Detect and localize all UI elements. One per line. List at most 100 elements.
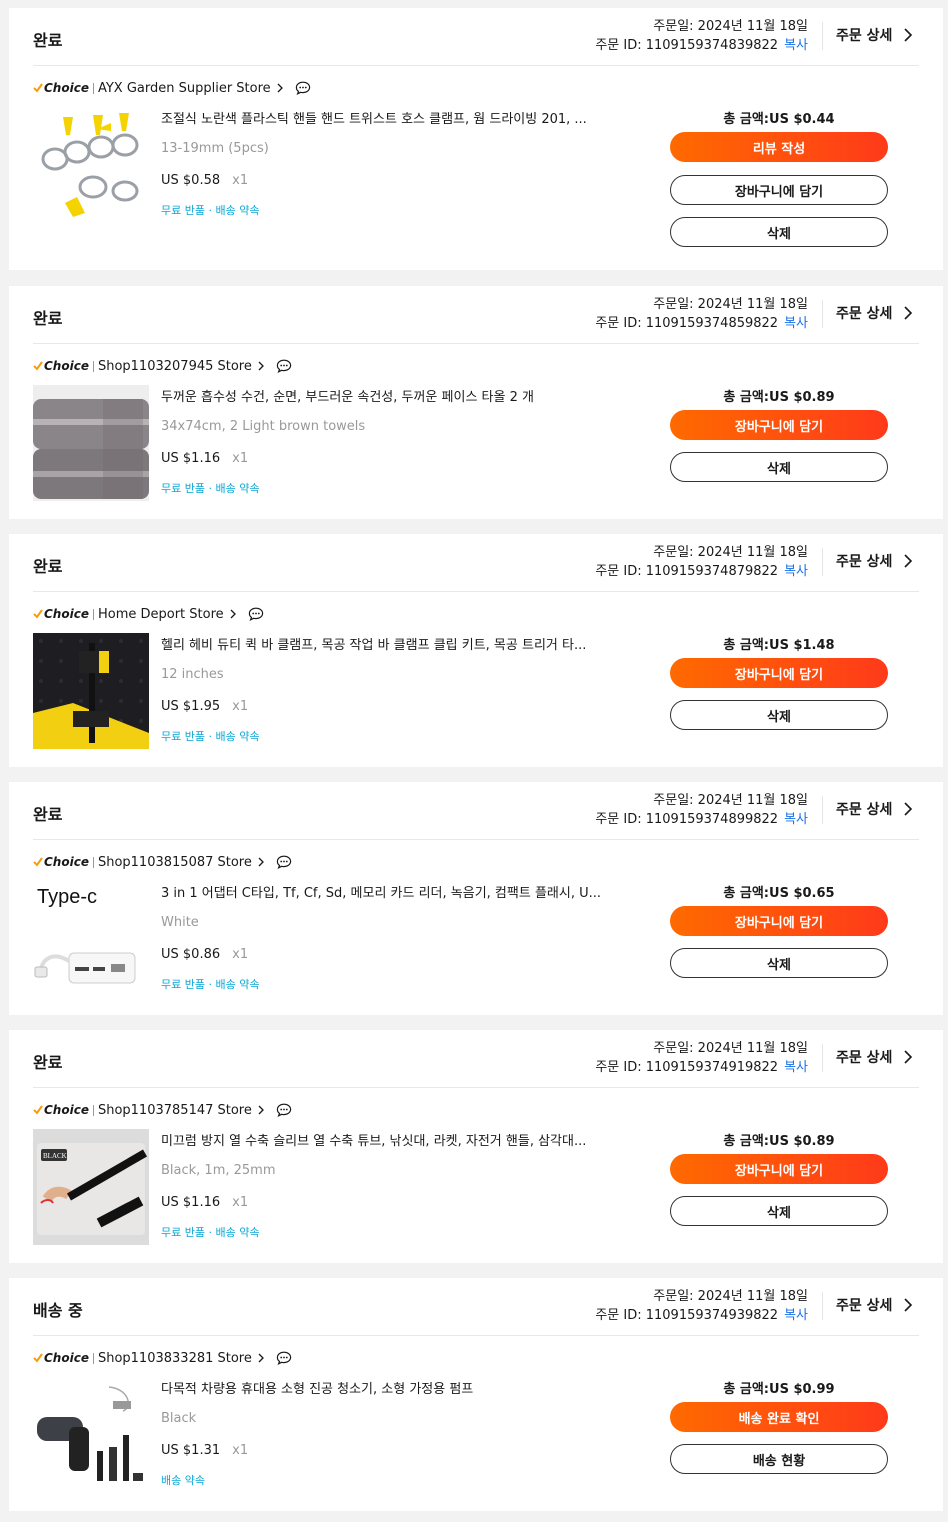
product-name[interactable]: 두꺼운 흡수성 수건, 순면, 부드러운 속건성, 두꺼운 페이스 타올 2 개 (161, 386, 631, 405)
store-name-link[interactable]: AYX Garden Supplier Store (98, 81, 271, 96)
order-id-line: 주문 ID: 1109159374919822 복사 (595, 1058, 808, 1077)
product-name[interactable]: 헬리 헤비 듀티 퀵 바 클램프, 목공 작업 바 클램프 클립 키트, 목공 … (161, 634, 631, 653)
delete-button[interactable]: 삭제 (670, 217, 888, 247)
chevron-right-icon (258, 1105, 264, 1115)
order-total: 총 금액:US $0.89 (723, 390, 835, 405)
choice-badge: Choice (33, 359, 89, 373)
copy-order-id-link[interactable]: 복사 (784, 38, 808, 53)
confirm-delivery-button[interactable]: 배송 완료 확인 (670, 1402, 888, 1432)
choice-badge: Choice (33, 1351, 89, 1365)
product-qty: x1 (232, 947, 249, 962)
add-to-cart-button[interactable]: 장바구니에 담기 (670, 906, 888, 936)
delivery-promise: 무료 반품 · 배송 약속 (161, 978, 260, 991)
order-detail-link[interactable]: 주문 상세 (836, 799, 914, 819)
delivery-promise: 배송 약속 (161, 1474, 205, 1487)
product-price: US $1.16 (161, 451, 221, 466)
chevron-right-icon (904, 1050, 913, 1064)
store-line: Choice Shop1103815087 Store (33, 853, 292, 871)
towel-image[interactable] (33, 385, 149, 501)
hose-clamp-image[interactable] (33, 107, 149, 223)
divider (33, 65, 919, 66)
product-name[interactable]: 3 in 1 어댑터 C타입, Tf, Cf, Sd, 메모리 카드 리더, 녹… (161, 882, 631, 901)
chevron-right-icon (258, 857, 264, 867)
order-date: 주문일: 2024년 11월 18일 (653, 1041, 808, 1056)
order-status: 완료 (33, 805, 63, 824)
divider (92, 856, 94, 868)
order-meta: 주문일: 2024년 11월 18일 주문 ID: 11091593748598… (595, 295, 808, 333)
order-date: 주문일: 2024년 11월 18일 (653, 19, 808, 34)
order-detail-label: 주문 상세 (836, 554, 893, 570)
chevron-right-icon (904, 1298, 913, 1312)
order-detail-link[interactable]: 주문 상세 (836, 1295, 914, 1315)
order-date: 주문일: 2024년 11월 18일 (653, 793, 808, 808)
store-name-link[interactable]: Shop1103207945 Store (98, 359, 252, 374)
chat-icon[interactable] (276, 1103, 292, 1117)
order-detail-label: 주문 상세 (836, 1050, 893, 1066)
copy-order-id-link[interactable]: 복사 (784, 564, 808, 579)
store-name-link[interactable]: Shop1103785147 Store (98, 1103, 252, 1118)
add-to-cart-button[interactable]: 장바구니에 담기 (670, 1154, 888, 1184)
order-status: 완료 (33, 557, 63, 576)
copy-order-id-link[interactable]: 복사 (784, 1060, 808, 1075)
choice-badge: Choice (33, 607, 89, 621)
store-name-link[interactable]: Home Deport Store (98, 607, 224, 622)
add-to-cart-button[interactable]: 장바구니에 담기 (670, 410, 888, 440)
product-name[interactable]: 미끄럼 방지 열 수축 슬리브 열 수축 튜브, 낚싯대, 라켓, 자전거 핸들… (161, 1130, 631, 1149)
order-meta: 주문일: 2024년 11월 18일 주문 ID: 11091593749398… (595, 1287, 808, 1325)
copy-order-id-link[interactable]: 복사 (784, 812, 808, 827)
order-total: 총 금액:US $0.65 (723, 886, 835, 901)
chat-icon[interactable] (276, 1351, 292, 1365)
product-name[interactable]: 다목적 차량용 휴대용 소형 진공 청소기, 소형 가정용 펌프 (161, 1378, 631, 1397)
order-detail-link[interactable]: 주문 상세 (836, 303, 914, 323)
product-qty: x1 (232, 699, 249, 714)
store-name-link[interactable]: Shop1103833281 Store (98, 1351, 252, 1366)
store-line: Choice Shop1103207945 Store (33, 357, 292, 375)
divider (92, 608, 94, 620)
product-variant: 13-19mm (5pcs) (161, 141, 269, 156)
check-icon (33, 361, 43, 371)
divider (822, 1044, 823, 1072)
order-meta: 주문일: 2024년 11월 18일 주문 ID: 11091593748998… (595, 791, 808, 829)
store-name-link[interactable]: Shop1103815087 Store (98, 855, 252, 870)
delete-button[interactable]: 삭제 (670, 452, 888, 482)
delete-button[interactable]: 삭제 (670, 1196, 888, 1226)
order-detail-link[interactable]: 주문 상세 (836, 551, 914, 571)
order-id: 주문 ID: 1109159374899822 (595, 812, 779, 827)
product-qty: x1 (232, 1443, 249, 1458)
chat-icon[interactable] (276, 359, 292, 373)
chevron-right-icon (258, 361, 264, 371)
vacuum-image[interactable] (33, 1377, 149, 1493)
order-meta: 주문일: 2024년 11월 18일 주문 ID: 11091593748798… (595, 543, 808, 581)
divider (33, 343, 919, 344)
order-detail-link[interactable]: 주문 상세 (836, 25, 914, 45)
card-reader-image[interactable]: Type-c (33, 881, 149, 997)
order-date: 주문일: 2024년 11월 18일 (653, 1289, 808, 1304)
order-detail-link[interactable]: 주문 상세 (836, 1047, 914, 1067)
product-name[interactable]: 조절식 노란색 플라스틱 핸들 핸드 트위스트 호스 클램프, 웜 드라이빙 2… (161, 108, 631, 127)
write-review-button[interactable]: 리뷰 작성 (670, 132, 888, 162)
product-variant: 12 inches (161, 667, 224, 682)
shrink-tube-image[interactable]: BLACK (33, 1129, 149, 1245)
track-delivery-button[interactable]: 배송 현황 (670, 1444, 888, 1474)
chat-icon[interactable] (276, 855, 292, 869)
order-id: 주문 ID: 1109159374939822 (595, 1308, 779, 1323)
order-id: 주문 ID: 1109159374919822 (595, 1060, 779, 1075)
divider (822, 300, 823, 328)
copy-order-id-link[interactable]: 복사 (784, 316, 808, 331)
bar-clamp-image[interactable] (33, 633, 149, 749)
chat-icon[interactable] (295, 81, 311, 95)
divider (92, 360, 94, 372)
delete-button[interactable]: 삭제 (670, 948, 888, 978)
order-date: 주문일: 2024년 11월 18일 (653, 545, 808, 560)
order-id-line: 주문 ID: 1109159374899822 복사 (595, 810, 808, 829)
copy-order-id-link[interactable]: 복사 (784, 1308, 808, 1323)
chevron-right-icon (904, 554, 913, 568)
product-qty: x1 (232, 1195, 249, 1210)
delivery-promise: 무료 반품 · 배송 약속 (161, 730, 260, 743)
order-meta: 주문일: 2024년 11월 18일 주문 ID: 11091593748398… (595, 17, 808, 55)
delete-button[interactable]: 삭제 (670, 700, 888, 730)
add-to-cart-button[interactable]: 장바구니에 담기 (670, 175, 888, 205)
order-meta: 주문일: 2024년 11월 18일 주문 ID: 11091593749198… (595, 1039, 808, 1077)
chat-icon[interactable] (248, 607, 264, 621)
add-to-cart-button[interactable]: 장바구니에 담기 (670, 658, 888, 688)
